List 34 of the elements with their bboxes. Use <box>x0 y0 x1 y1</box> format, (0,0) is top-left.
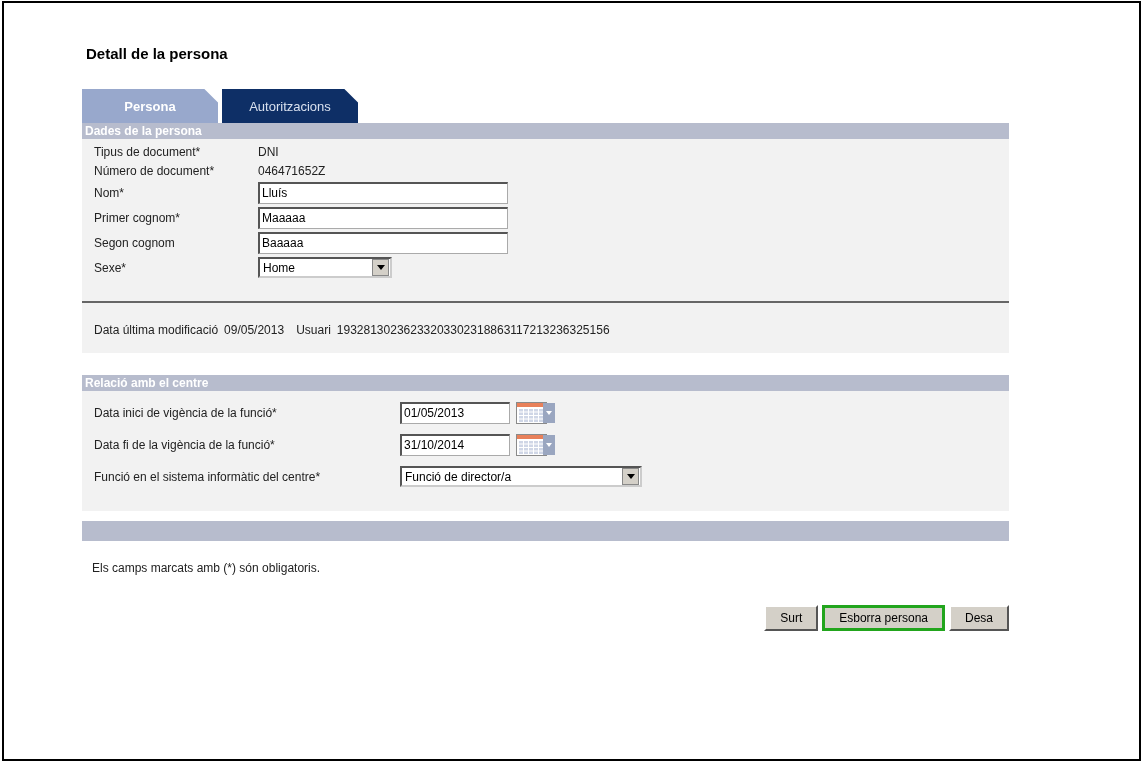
input-field[interactable]: Maaaaa <box>258 206 508 229</box>
field-value: DNI <box>258 145 279 159</box>
action-button[interactable]: Surt <box>764 605 819 631</box>
page-title: Detall de la persona <box>86 45 229 64</box>
user-label: Usuari <box>296 323 331 337</box>
user-id: 19328130236233203302318863117213236325156 <box>336 323 610 337</box>
field-label: Data fi de la vigència de la funció* <box>94 437 276 452</box>
tab[interactable]: Autoritzacions <box>222 89 358 123</box>
section-header: Dades de la persona <box>82 123 1009 139</box>
dropdown-arrow-icon <box>376 265 385 270</box>
calendar-icon[interactable] <box>516 433 556 456</box>
required-fields-note: Els camps marcats amb (*) són obligatoris. <box>92 561 322 575</box>
date-field[interactable]: 31/10/2014 <box>400 433 510 456</box>
field-label: Sexe* <box>94 260 128 275</box>
field-label: Data inici de vigència de la funció* <box>94 405 278 420</box>
field-label: Nom* <box>94 185 125 200</box>
action-button[interactable]: Esborra persona <box>822 605 945 631</box>
dropdown-arrow-icon <box>626 474 635 479</box>
modification-date: 09/05/2013 <box>224 323 285 337</box>
field-value: 046471652Z <box>258 164 326 178</box>
field-label: Tipus de document* <box>94 145 202 159</box>
field-label: Funció en el sistema informàtic del centre* <box>94 469 322 484</box>
input-field[interactable]: Lluís <box>258 181 508 204</box>
date-field[interactable]: 01/05/2013 <box>400 401 510 424</box>
input-field[interactable]: Baaaaa <box>258 231 508 254</box>
section-header: Relació amb el centre <box>82 375 1009 391</box>
modification-label: Data última modificació <box>94 323 219 337</box>
action-button[interactable]: Desa <box>949 605 1009 631</box>
field-label: Primer cognom* <box>94 210 182 225</box>
field-label: Segon cognom <box>94 235 176 250</box>
field-label: Número de document* <box>94 164 216 178</box>
dropdown[interactable]: Funció de director/a <box>400 466 642 487</box>
calendar-icon[interactable] <box>516 401 556 424</box>
dropdown[interactable]: Home <box>258 257 392 278</box>
